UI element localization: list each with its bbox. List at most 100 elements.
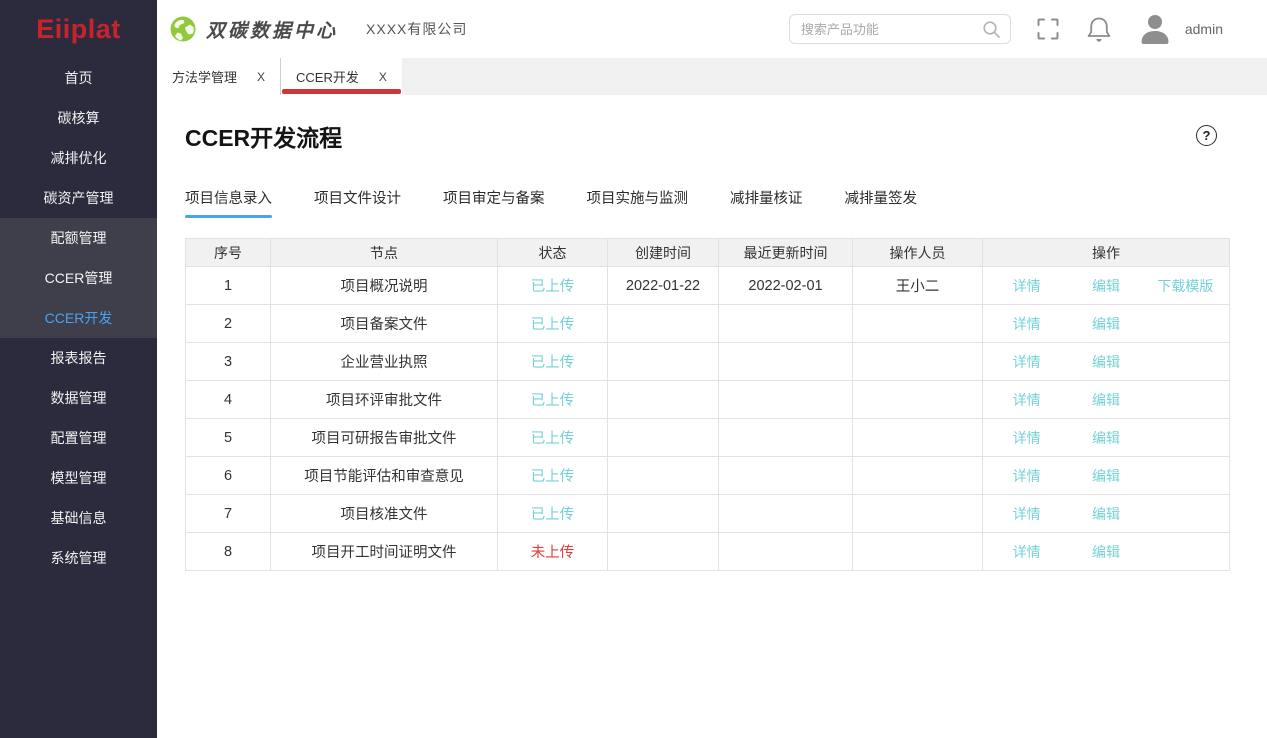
- tab-project-review-filing[interactable]: 项目审定与备案: [443, 187, 545, 218]
- edit-link[interactable]: 编辑: [1066, 542, 1145, 562]
- top-header: 双碳数据中心 XXXX有限公司: [157, 0, 1267, 58]
- cell-updated: [719, 343, 853, 381]
- sidebar-item-home[interactable]: 首页: [0, 58, 157, 98]
- sidebar-item-ccer-dev[interactable]: CCER开发: [0, 298, 157, 338]
- cell-seq: 5: [186, 419, 271, 457]
- cell-seq: 7: [186, 495, 271, 533]
- sidebar-item-carbon-accounting[interactable]: 碳核算: [0, 98, 157, 138]
- globe-logo-icon: [169, 15, 197, 43]
- cell-operator: [853, 533, 983, 571]
- detail-link[interactable]: 详情: [987, 352, 1066, 372]
- cell-operator: 王小二: [853, 267, 983, 305]
- edit-link[interactable]: 编辑: [1066, 504, 1145, 524]
- cell-seq: 8: [186, 533, 271, 571]
- cell-actions: 详情 编辑: [983, 381, 1230, 419]
- user-avatar[interactable]: [1137, 13, 1173, 45]
- sidebar-item-carbon-assets[interactable]: 碳资产管理: [0, 178, 157, 218]
- cell-created: [608, 343, 719, 381]
- cell-operator: [853, 343, 983, 381]
- tab-project-implementation-monitoring[interactable]: 项目实施与监测: [587, 187, 689, 218]
- cell-actions: 详情 编辑 下载模版: [983, 267, 1230, 305]
- detail-link[interactable]: 详情: [987, 276, 1066, 296]
- fullscreen-icon[interactable]: [1035, 16, 1061, 42]
- cell-seq: 2: [186, 305, 271, 343]
- tab-emission-verification[interactable]: 减排量核证: [730, 187, 803, 218]
- tab-project-file-design[interactable]: 项目文件设计: [314, 187, 401, 218]
- cell-actions: 详情 编辑: [983, 343, 1230, 381]
- tab-project-info-entry[interactable]: 项目信息录入: [185, 187, 272, 218]
- notification-bell-icon[interactable]: [1085, 15, 1113, 44]
- cell-operator: [853, 381, 983, 419]
- detail-link[interactable]: 详情: [987, 466, 1066, 486]
- detail-link[interactable]: 详情: [987, 504, 1066, 524]
- cell-updated: [719, 419, 853, 457]
- col-operator: 操作人员: [853, 239, 983, 267]
- edit-link[interactable]: 编辑: [1066, 352, 1145, 372]
- cell-updated: [719, 457, 853, 495]
- cell-created: 2022-01-22: [608, 267, 719, 305]
- col-node: 节点: [271, 239, 498, 267]
- cell-seq: 3: [186, 343, 271, 381]
- cell-seq: 1: [186, 267, 271, 305]
- empty-action-slot: [1146, 314, 1225, 334]
- edit-link[interactable]: 编辑: [1066, 390, 1145, 410]
- close-icon[interactable]: X: [257, 70, 265, 84]
- status-badge: 未上传: [498, 533, 608, 571]
- close-icon[interactable]: X: [379, 70, 387, 84]
- cell-node: 项目节能评估和审查意见: [271, 457, 498, 495]
- help-icon[interactable]: ?: [1196, 125, 1217, 146]
- app-root: Eiiplat 首页 碳核算 减排优化 碳资产管理 配额管理 CCER管理 CC…: [0, 0, 1267, 738]
- detail-link[interactable]: 详情: [987, 428, 1066, 448]
- edit-link[interactable]: 编辑: [1066, 466, 1145, 486]
- status-badge: 已上传: [498, 305, 608, 343]
- sidebar-item-config-mgmt[interactable]: 配置管理: [0, 418, 157, 458]
- cell-created: [608, 495, 719, 533]
- col-seq: 序号: [186, 239, 271, 267]
- search-input[interactable]: [799, 21, 982, 38]
- edit-link[interactable]: 编辑: [1066, 428, 1145, 448]
- table-row: 6 项目节能评估和审查意见 已上传 详情 编辑: [186, 457, 1230, 495]
- search-box[interactable]: [789, 14, 1011, 44]
- download-template-link[interactable]: 下载模版: [1146, 276, 1225, 296]
- search-icon[interactable]: [982, 20, 1001, 39]
- sidebar-item-basic-info[interactable]: 基础信息: [0, 498, 157, 538]
- edit-link[interactable]: 编辑: [1066, 276, 1145, 296]
- table-row: 1 项目概况说明 已上传 2022-01-22 2022-02-01 王小二 详…: [186, 267, 1230, 305]
- col-status: 状态: [498, 239, 608, 267]
- detail-link[interactable]: 详情: [987, 542, 1066, 562]
- cell-operator: [853, 495, 983, 533]
- window-tab-ccer-dev[interactable]: CCER开发 X: [280, 58, 402, 95]
- cell-actions: 详情 编辑: [983, 419, 1230, 457]
- cell-actions: 详情 编辑: [983, 457, 1230, 495]
- empty-action-slot: [1146, 428, 1225, 448]
- status-badge: 已上传: [498, 267, 608, 305]
- cell-created: [608, 419, 719, 457]
- sidebar-item-quota-mgmt[interactable]: 配额管理: [0, 218, 157, 258]
- col-created: 创建时间: [608, 239, 719, 267]
- cell-node: 项目环评审批文件: [271, 381, 498, 419]
- cell-seq: 4: [186, 381, 271, 419]
- col-updated: 最近更新时间: [719, 239, 853, 267]
- cell-created: [608, 381, 719, 419]
- sidebar-item-ccer-mgmt[interactable]: CCER管理: [0, 258, 157, 298]
- cell-node: 项目备案文件: [271, 305, 498, 343]
- detail-link[interactable]: 详情: [987, 314, 1066, 334]
- brand-logo: Eiiplat: [0, 0, 157, 58]
- cell-seq: 6: [186, 457, 271, 495]
- tab-emission-issuance[interactable]: 减排量签发: [845, 187, 918, 218]
- status-badge: 已上传: [498, 457, 608, 495]
- edit-link[interactable]: 编辑: [1066, 314, 1145, 334]
- sidebar-item-reports[interactable]: 报表报告: [0, 338, 157, 378]
- empty-action-slot: [1146, 504, 1225, 524]
- empty-action-slot: [1146, 390, 1225, 410]
- sidebar-item-data-mgmt[interactable]: 数据管理: [0, 378, 157, 418]
- cell-created: [608, 457, 719, 495]
- page-content: CCER开发流程 ? 项目信息录入 项目文件设计 项目审定与备案 项目实施与监测…: [157, 95, 1267, 738]
- window-tab-methodology[interactable]: 方法学管理 X: [157, 58, 280, 95]
- sidebar-item-system-mgmt[interactable]: 系统管理: [0, 538, 157, 578]
- sidebar-item-model-mgmt[interactable]: 模型管理: [0, 458, 157, 498]
- sidebar-item-emission-reduction[interactable]: 减排优化: [0, 138, 157, 178]
- sidebar-submenu-carbon-assets: 配额管理 CCER管理 CCER开发: [0, 218, 157, 338]
- detail-link[interactable]: 详情: [987, 390, 1066, 410]
- process-tabs: 项目信息录入 项目文件设计 项目审定与备案 项目实施与监测 减排量核证 减排量签…: [185, 187, 1229, 218]
